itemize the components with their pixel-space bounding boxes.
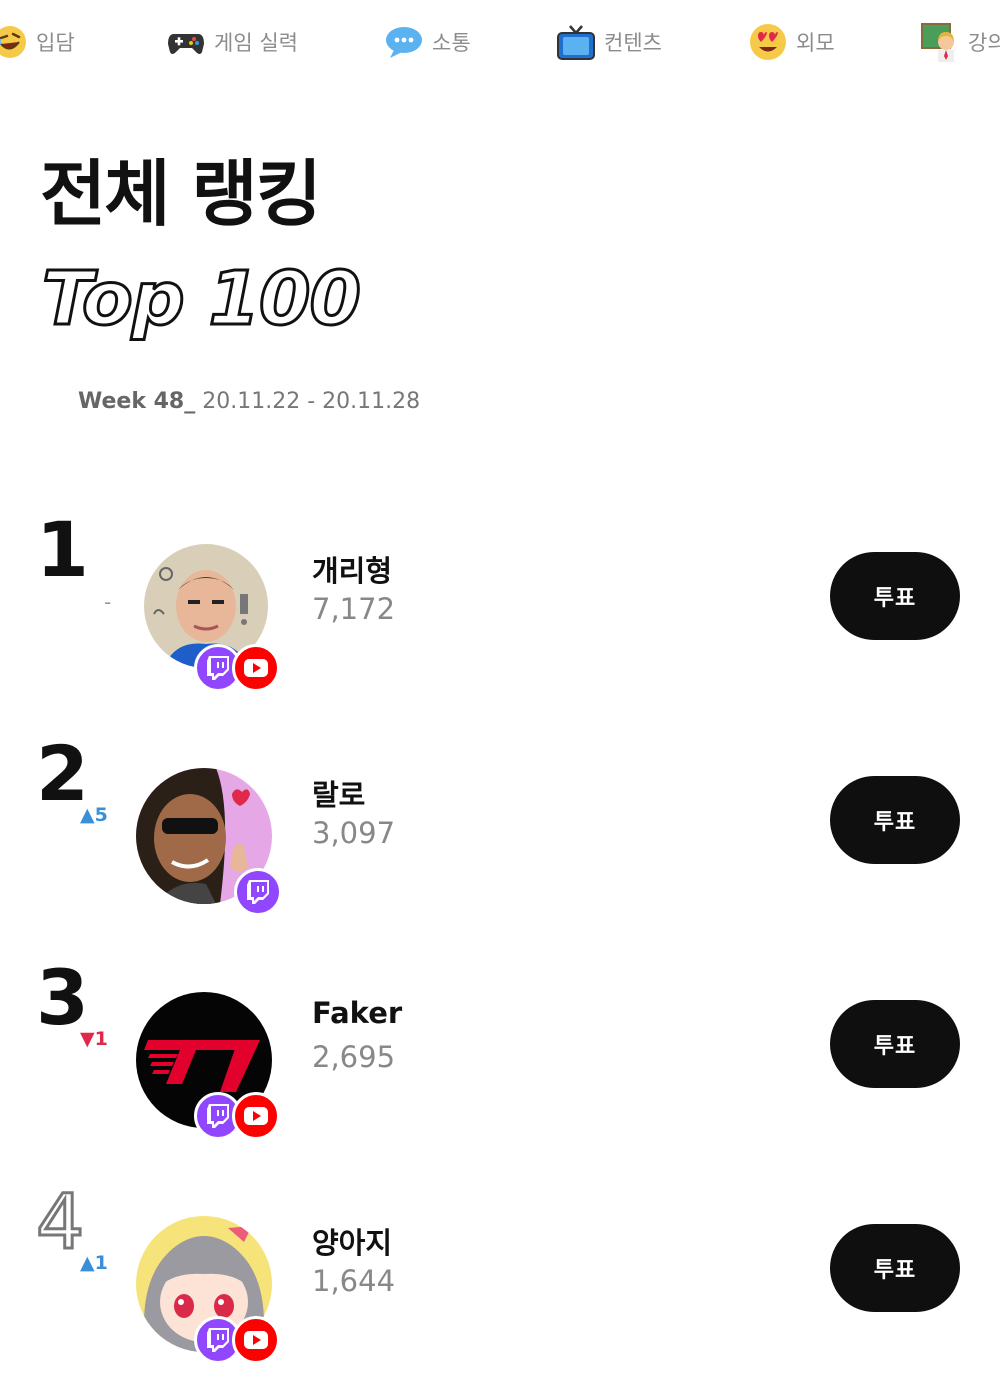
category-label: 컨텐츠 xyxy=(604,31,662,55)
category-label: 게임 실력 xyxy=(214,31,298,55)
youtube-icon[interactable] xyxy=(232,1092,280,1140)
category-item[interactable]: 소통 xyxy=(384,22,471,62)
rank-change-up: ▲1 xyxy=(80,1252,108,1274)
youtube-icon[interactable] xyxy=(232,1316,280,1364)
vote-count: 1,644 xyxy=(312,1264,396,1298)
game-controller-icon xyxy=(168,34,204,54)
vote-button[interactable]: 투표 xyxy=(830,552,960,640)
page-subtitle: Top 100 xyxy=(41,256,363,342)
twitch-icon[interactable] xyxy=(234,868,282,916)
category-bar: 입담 게임 실력 소통 컨텐츠 외모 강의 xyxy=(0,0,1000,90)
category-item[interactable]: 입담 xyxy=(0,22,75,62)
vote-button[interactable]: 투표 xyxy=(830,776,960,864)
rank-number: 1 xyxy=(36,505,89,594)
category-label: 외모 xyxy=(796,31,835,55)
rank-number: 3 xyxy=(36,953,89,1042)
vote-count: 7,172 xyxy=(312,592,396,626)
vote-button[interactable]: 투표 xyxy=(830,1224,960,1312)
streamer-name: 랄로 xyxy=(312,778,366,812)
week-label: Week 48_ xyxy=(78,389,196,414)
category-item[interactable]: 게임 실력 xyxy=(166,22,298,62)
platform-badges xyxy=(194,644,280,692)
platform-badges xyxy=(234,868,282,916)
rank-change: - xyxy=(104,590,112,614)
speech-bubble-icon xyxy=(386,27,422,58)
rank-change-up: ▲5 xyxy=(80,804,108,826)
ranking-row: 3 ▼1 Faker 2,695 투표 xyxy=(0,960,1000,1140)
television-icon xyxy=(557,25,595,60)
ranking-row: 1 - 개리형 7,172 투표 xyxy=(0,512,1000,692)
category-label: 입담 xyxy=(36,31,75,55)
vote-button[interactable]: 투표 xyxy=(830,1000,960,1088)
teacher-icon xyxy=(921,23,954,62)
rolling-laughing-face-icon xyxy=(0,26,26,58)
youtube-icon[interactable] xyxy=(232,644,280,692)
ranking-row: 2 ▲5 랄로 3,097 투표 xyxy=(0,736,1000,916)
rank-number: 4 xyxy=(34,1177,85,1266)
heart-eyes-face-icon xyxy=(750,24,786,60)
rank-number: 2 xyxy=(36,729,89,818)
category-label: 소통 xyxy=(432,31,471,55)
rank-change-down: ▼1 xyxy=(80,1028,108,1050)
vote-count: 2,695 xyxy=(312,1040,396,1074)
category-label: 강의 xyxy=(968,31,1000,55)
streamer-name: 개리형 xyxy=(312,554,393,588)
streamer-name: 양아지 xyxy=(312,1226,393,1260)
page-title: 전체 랭킹 xyxy=(40,152,322,236)
streamer-name: Faker xyxy=(312,996,403,1030)
platform-badges xyxy=(194,1316,280,1364)
week-period: Week 48_ 20.11.22 - 20.11.28 xyxy=(78,389,420,414)
platform-badges xyxy=(194,1092,280,1140)
week-range: 20.11.22 - 20.11.28 xyxy=(202,389,421,414)
ranking-row: 4 ▲1 양아지 1,644 투표 xyxy=(0,1177,1000,1364)
category-item[interactable]: 외모 xyxy=(748,22,835,62)
category-item[interactable]: 강의 xyxy=(920,22,1000,62)
category-item[interactable]: 컨텐츠 xyxy=(556,22,662,62)
vote-count: 3,097 xyxy=(312,816,396,850)
